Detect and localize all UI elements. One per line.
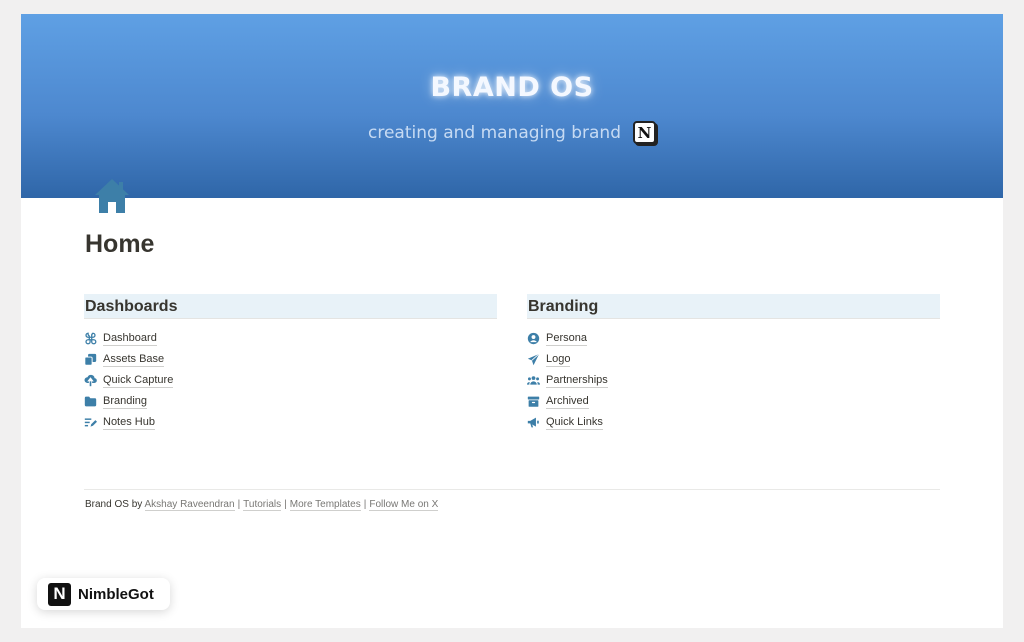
link-assets-base[interactable]: Assets Base [84, 349, 497, 370]
link-label: Dashboard [103, 331, 157, 346]
link-partnerships[interactable]: Partnerships [527, 370, 940, 391]
page-title: Home [85, 230, 155, 258]
dashboards-column: Dashboards Dashboard Assets Base Quick C… [84, 294, 497, 433]
footer-prefix: Brand OS by [85, 499, 143, 510]
link-dashboard[interactable]: Dashboard [84, 328, 497, 349]
tutorials-link[interactable]: Tutorials [243, 499, 282, 511]
footer-divider [84, 489, 940, 490]
notes-icon [84, 418, 97, 427]
user-circle-icon [527, 332, 540, 345]
footer-separator: | [237, 499, 241, 510]
link-label: Branding [103, 394, 148, 409]
users-icon [527, 376, 540, 385]
footer: Brand OS by Akshay Raveendran | Tutorials |… [85, 499, 439, 511]
footer-separator: | [284, 499, 287, 510]
follow-x-link[interactable]: Follow Me on X [369, 499, 439, 511]
column-heading: Dashboards [84, 294, 497, 319]
paper-plane-icon [527, 353, 540, 366]
command-icon [85, 332, 97, 345]
cover-subtitle-row: creating and managing brand N [21, 121, 1003, 144]
link-quick-capture[interactable]: Quick Capture [84, 370, 497, 391]
author-link[interactable]: Akshay Raveendran [144, 499, 235, 511]
link-notes-hub[interactable]: Notes Hub [84, 412, 497, 433]
cover-title: BRAND OS [430, 72, 594, 103]
link-label: Notes Hub [103, 415, 155, 430]
home-icon[interactable] [93, 176, 131, 216]
badge-text: NimbleGot [78, 585, 154, 603]
link-logo[interactable]: Logo [527, 349, 940, 370]
copy-icon [84, 353, 97, 366]
notion-logo-icon: N [633, 121, 656, 144]
megaphone-icon [527, 417, 539, 428]
link-archived[interactable]: Archived [527, 391, 940, 412]
link-label: Quick Links [546, 415, 603, 430]
more-templates-link[interactable]: More Templates [289, 499, 361, 511]
page-cover: BRAND OS creating and managing brand N [21, 14, 1003, 198]
cloud-upload-icon [84, 374, 97, 387]
link-quick-links[interactable]: Quick Links [527, 412, 940, 433]
folder-icon [84, 396, 97, 407]
branding-column: Branding Persona Logo Partnerships Archi… [527, 294, 940, 433]
link-label: Persona [546, 331, 587, 346]
column-heading: Branding [527, 294, 940, 319]
branding-list: Persona Logo Partnerships Archived Quick… [527, 328, 940, 433]
link-persona[interactable]: Persona [527, 328, 940, 349]
link-label: Assets Base [103, 352, 165, 367]
nimblegot-badge[interactable]: N NimbleGot [37, 578, 170, 610]
link-label: Partnerships [546, 373, 608, 388]
link-label: Logo [546, 352, 571, 367]
link-branding[interactable]: Branding [84, 391, 497, 412]
link-label: Quick Capture [103, 373, 174, 388]
link-label: Archived [546, 394, 589, 409]
archive-icon [527, 396, 540, 407]
footer-separator: | [363, 499, 367, 510]
notion-page: BRAND OS creating and managing brand N H… [21, 14, 1003, 628]
nimblegot-logo-icon: N [48, 582, 71, 606]
cover-subtitle: creating and managing brand [368, 122, 621, 143]
dashboards-list: Dashboard Assets Base Quick Capture Bran… [84, 328, 497, 433]
